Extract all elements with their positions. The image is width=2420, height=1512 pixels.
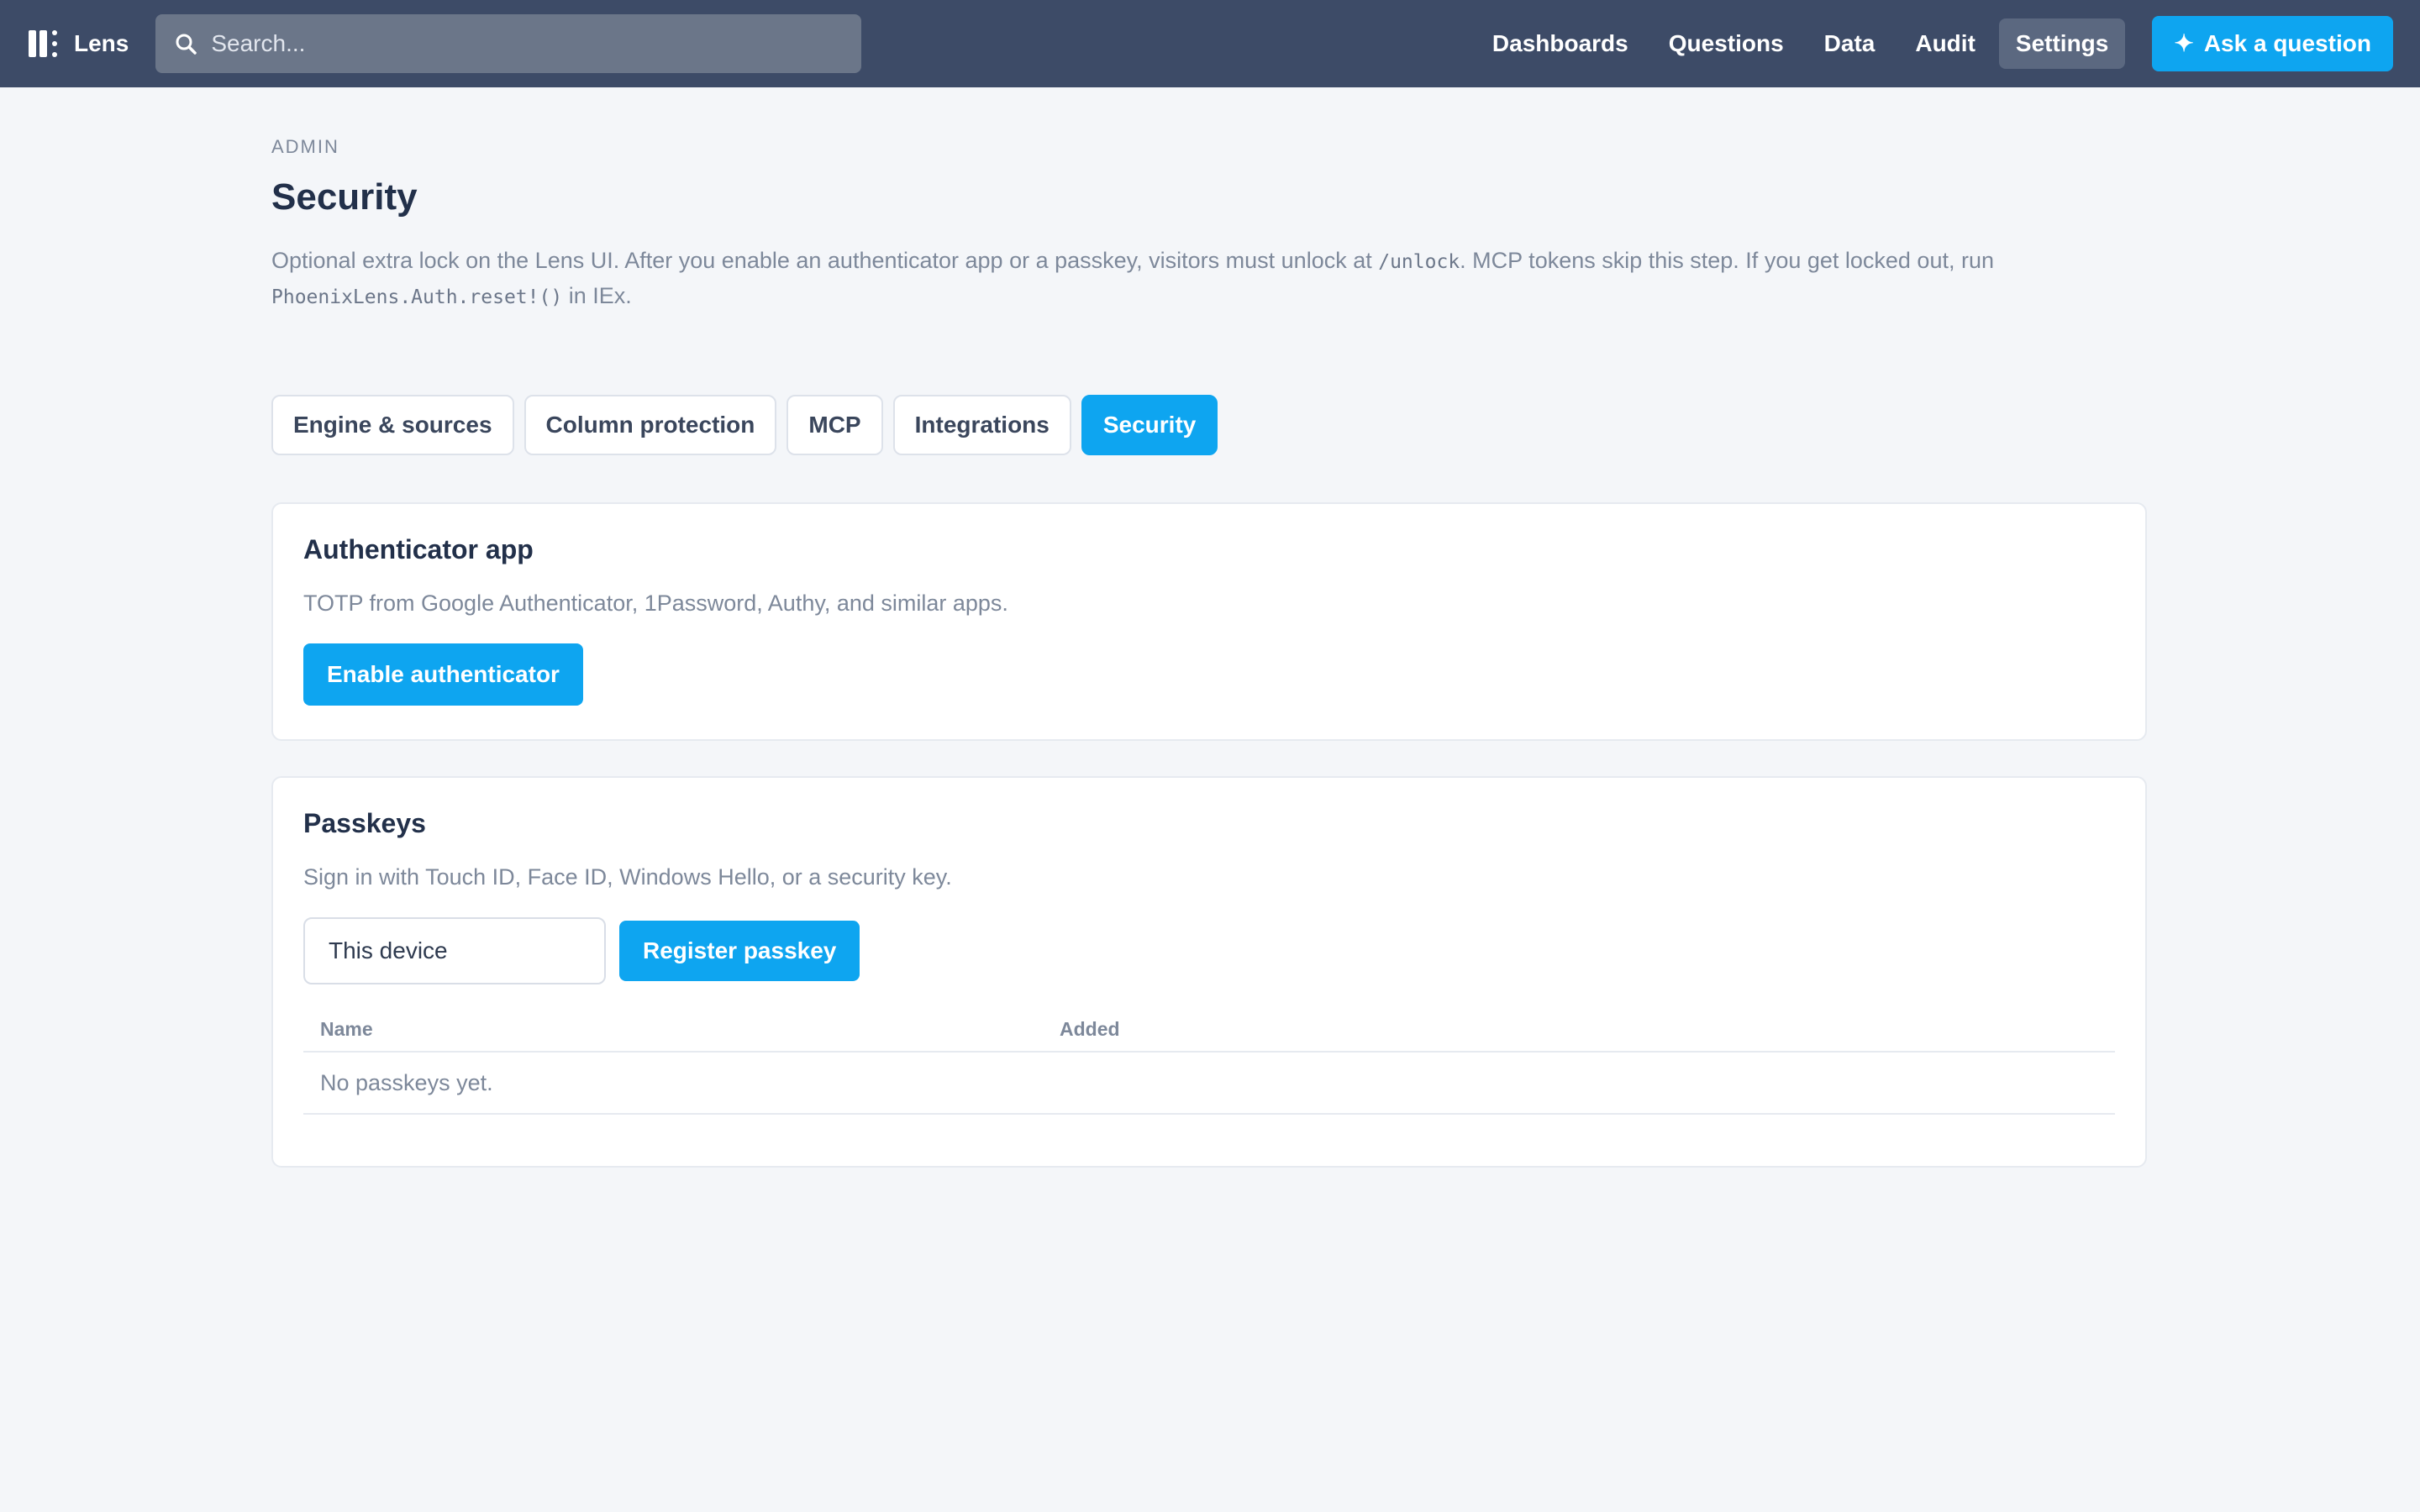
tab-engine-sources[interactable]: Engine & sources	[271, 395, 514, 455]
sparkle-icon: ✦	[2174, 30, 2194, 56]
tab-integrations[interactable]: Integrations	[892, 395, 1071, 455]
passkey-name-input[interactable]	[303, 917, 606, 984]
ask-question-label: Ask a question	[2203, 30, 2371, 56]
page-description: Optional extra lock on the Lens UI. Afte…	[271, 244, 2147, 314]
passkeys-description: Sign in with Touch ID, Face ID, Windows …	[303, 864, 952, 890]
register-passkey-button[interactable]: Register passkey	[619, 921, 860, 981]
passkeys-table: Name Added No passkeys yet.	[303, 1008, 2115, 1115]
settings-tabs: Engine & sources Column protection MCP I…	[271, 395, 2147, 455]
register-passkey-row: Register passkey	[303, 917, 2115, 984]
nav-audit[interactable]: Audit	[1898, 18, 1992, 69]
description-text-1: Optional extra lock on the Lens UI. Afte…	[271, 248, 1379, 273]
column-header-name: Name	[303, 1008, 1043, 1053]
authenticator-card: Authenticator app TOTP from Google Authe…	[271, 502, 2147, 741]
tab-column-protection[interactable]: Column protection	[523, 395, 777, 455]
tab-security[interactable]: Security	[1081, 395, 1218, 455]
lens-logo-icon	[29, 30, 57, 57]
description-text-3: in IEx.	[562, 283, 632, 308]
table-header-row: Name Added	[303, 1008, 2115, 1053]
nav-data[interactable]: Data	[1807, 18, 1892, 69]
search-input[interactable]	[211, 30, 844, 57]
unlock-path-code: /unlock	[1378, 251, 1460, 273]
passkeys-title: Passkeys	[303, 808, 426, 838]
nav-dashboards[interactable]: Dashboards	[1476, 18, 1645, 69]
ask-question-button[interactable]: ✦ Ask a question	[2152, 16, 2393, 71]
search-icon	[176, 34, 197, 55]
brand-home-link[interactable]: Lens	[27, 27, 129, 60]
tab-mcp[interactable]: MCP	[786, 395, 883, 455]
passkeys-card: Passkeys Sign in with Touch ID, Face ID,…	[271, 776, 2147, 1168]
page-title: Security	[271, 176, 418, 218]
top-navigation-bar: Lens Dashboards Questions Data Audit Set…	[0, 0, 2420, 87]
nav-settings[interactable]: Settings	[1998, 18, 2126, 69]
authenticator-title: Authenticator app	[303, 534, 534, 564]
reset-command-code: PhoenixLens.Auth.reset!()	[271, 286, 563, 308]
table-row: No passkeys yet.	[303, 1052, 2115, 1115]
breadcrumb: ADMIN	[271, 136, 339, 157]
app-name: Lens	[74, 30, 129, 56]
empty-state-message: No passkeys yet.	[303, 1052, 2115, 1115]
description-text-2: . MCP tokens skip this step. If you get …	[1460, 248, 1994, 273]
main-nav: Dashboards Questions Data Audit Settings…	[1476, 16, 2393, 71]
authenticator-description: TOTP from Google Authenticator, 1Passwor…	[303, 591, 1008, 616]
global-search[interactable]	[155, 14, 862, 73]
column-header-added: Added	[1043, 1008, 2115, 1053]
enable-authenticator-button[interactable]: Enable authenticator	[303, 643, 583, 706]
settings-page: ADMIN Security Optional extra lock on th…	[271, 87, 2147, 1168]
nav-questions[interactable]: Questions	[1652, 18, 1801, 69]
